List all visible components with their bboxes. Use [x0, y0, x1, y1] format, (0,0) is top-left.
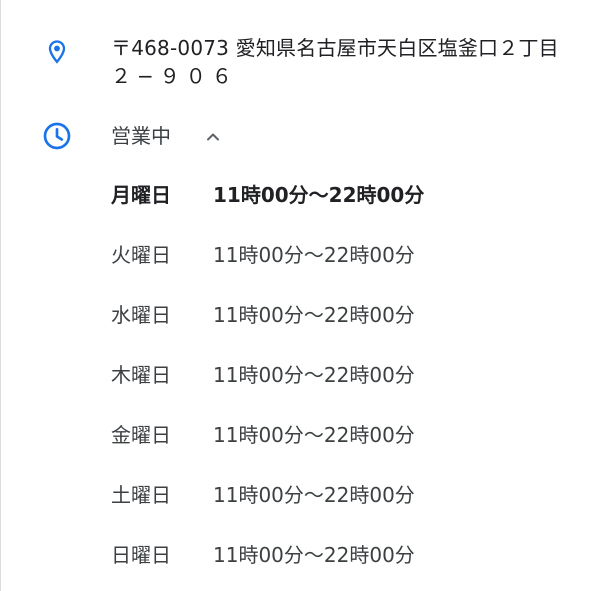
time-label: 11時00分～22時00分 — [213, 303, 415, 327]
day-label: 金曜日 — [111, 423, 171, 447]
clock-icon — [43, 122, 71, 150]
time-label: 11時00分～22時00分 — [213, 483, 415, 507]
opening-hours-table: 月曜日 11時00分～22時00分 火曜日 11時00分～22時00分 水曜日 … — [111, 166, 591, 586]
hours-row-sunday: 日曜日 11時00分～22時00分 — [111, 526, 591, 586]
hours-row-thursday: 木曜日 11時00分～22時00分 — [111, 346, 591, 406]
day-label: 日曜日 — [111, 543, 171, 567]
time-label: 11時00分～22時00分 — [213, 363, 415, 387]
address-line-1: 〒468-0073 愛知県名古屋市天白区塩釜口２丁目 — [111, 36, 559, 60]
chevron-up-icon[interactable] — [201, 125, 225, 149]
day-label: 木曜日 — [111, 363, 171, 387]
address-line-2: ２−９０６ — [111, 64, 238, 88]
time-label: 11時00分～22時00分 — [213, 543, 415, 567]
day-label: 水曜日 — [111, 303, 171, 327]
hours-row-saturday: 土曜日 11時00分～22時00分 — [111, 466, 591, 526]
hours-row-friday: 金曜日 11時00分～22時00分 — [111, 406, 591, 466]
time-label: 11時00分～22時00分 — [213, 183, 425, 207]
day-label: 土曜日 — [111, 483, 171, 507]
hours-toggle[interactable]: 営業中 — [1, 112, 602, 160]
place-info-panel: 〒468-0073 愛知県名古屋市天白区塩釜口２丁目 ２−９０６ 営業中 月曜日… — [0, 0, 602, 591]
hours-row-monday: 月曜日 11時00分～22時00分 — [111, 166, 591, 226]
hours-row-tuesday: 火曜日 11時00分～22時00分 — [111, 226, 591, 286]
open-status: 営業中 — [111, 124, 171, 148]
map-pin-icon — [48, 40, 66, 64]
time-label: 11時00分～22時00分 — [213, 423, 415, 447]
time-label: 11時00分～22時00分 — [213, 243, 415, 267]
address-text: 〒468-0073 愛知県名古屋市天白区塩釜口２丁目 ２−９０６ — [111, 34, 591, 90]
day-label: 火曜日 — [111, 243, 171, 267]
hours-row-wednesday: 水曜日 11時00分～22時00分 — [111, 286, 591, 346]
address-row[interactable]: 〒468-0073 愛知県名古屋市天白区塩釜口２丁目 ２−９０６ — [1, 28, 602, 98]
day-label: 月曜日 — [111, 183, 171, 207]
